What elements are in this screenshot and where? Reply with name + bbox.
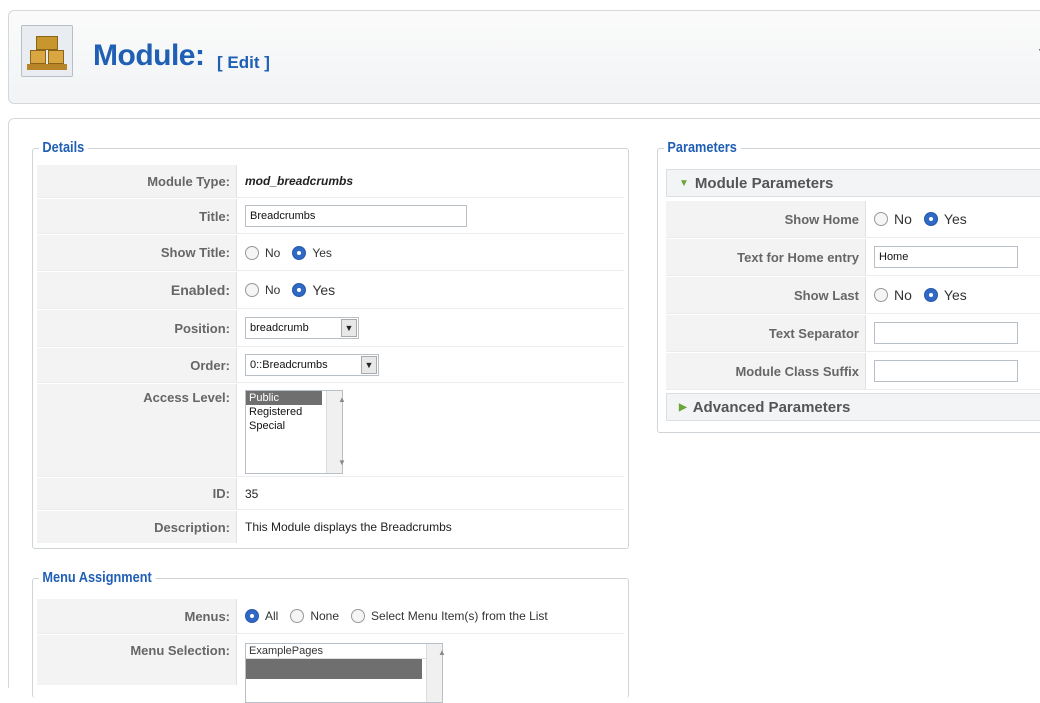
scrollbar[interactable]: ▲ (426, 644, 446, 702)
module-type-row: Module Type: mod_breadcrumbs (37, 165, 624, 198)
separator-row: Text Separator (666, 315, 1040, 352)
menu-selection-row: Menu Selection: ExamplePages ▲ (37, 635, 624, 703)
show-title-no-label: No (265, 245, 281, 260)
show-title-no-radio[interactable] (245, 245, 259, 260)
menu-selection-label: Menu Selection: (37, 635, 237, 685)
details-legend: Details (39, 139, 88, 156)
description-label: Description: (37, 511, 237, 543)
details-fieldset: Details Module Type: mod_breadcrumbs Tit… (32, 139, 629, 549)
title-label: Title: (37, 199, 237, 233)
module-parameters-header[interactable]: ▼ Module Parameters (666, 169, 1040, 197)
page-subtitle: [ Edit ] (217, 53, 270, 72)
menus-select-radio[interactable] (351, 609, 366, 623)
access-level-listbox[interactable]: Public Registered Special ▲ ▼ (245, 390, 346, 474)
menus-all-radio[interactable] (245, 609, 259, 623)
title-row: Title: (37, 199, 624, 234)
show-home-yes-radio[interactable] (923, 212, 938, 226)
class-suffix-row: Module Class Suffix (666, 353, 1040, 390)
menus-all-label: All (265, 609, 279, 623)
menu-assignment-fieldset: Menu Assignment Menus: All None Select M… (32, 569, 629, 703)
chevron-down-icon[interactable]: ▼ (341, 319, 357, 337)
toolbar-header: Module: [ Edit ] V S (8, 10, 1040, 104)
class-suffix-input[interactable] (874, 360, 1018, 382)
advanced-parameters-label: Advanced Parameters (692, 398, 851, 416)
menus-row: Menus: All None Select Menu Item(s) from… (37, 599, 624, 634)
module-type-value: mod_breadcrumbs (245, 174, 354, 188)
show-title-yes-label: Yes (312, 245, 332, 260)
position-value: breadcrumb (250, 322, 309, 334)
menu-selection-listbox[interactable]: ExamplePages ▲ (245, 643, 446, 703)
page-title: Module: (93, 39, 205, 72)
module-type-label: Module Type: (37, 165, 237, 197)
home-text-label: Text for Home entry (666, 239, 866, 275)
description-row: Description: This Module displays the Br… (37, 511, 624, 543)
menus-none-label: None (310, 609, 340, 623)
parameters-fieldset: Parameters ▼ Module Parameters Show Home… (657, 139, 1040, 433)
home-text-row: Text for Home entry (666, 239, 1040, 276)
menus-label: Menus: (37, 599, 237, 633)
enabled-label: Enabled: (37, 272, 237, 308)
menu-assignment-legend: Menu Assignment (39, 569, 156, 586)
class-suffix-label: Module Class Suffix (666, 353, 866, 389)
enabled-yes-label: Yes (312, 282, 336, 298)
enabled-yes-radio[interactable] (292, 283, 307, 297)
menus-select-label: Select Menu Item(s) from the List (371, 609, 548, 623)
position-row: Position: breadcrumb ▼ (37, 310, 624, 347)
show-home-yes-label: Yes (943, 211, 967, 227)
id-value: 35 (245, 486, 259, 501)
order-value: 0::Breadcrumbs (250, 359, 328, 371)
advanced-parameters-header[interactable]: ▶ Advanced Parameters (666, 393, 1040, 421)
menu-option-examplepages[interactable]: ExamplePages (246, 644, 442, 659)
show-title-label: Show Title: (37, 235, 237, 270)
enabled-no-label: No (265, 283, 281, 297)
show-home-no-radio[interactable] (874, 212, 888, 226)
show-home-no-label: No (894, 211, 912, 227)
show-last-yes-radio[interactable] (923, 288, 938, 302)
separator-input[interactable] (874, 322, 1018, 344)
show-last-row: Show Last No Yes (666, 277, 1040, 314)
show-last-no-label: No (894, 287, 912, 303)
show-last-no-radio[interactable] (874, 288, 888, 302)
parameters-legend: Parameters (664, 139, 741, 156)
module-parameters-label: Module Parameters (694, 174, 834, 192)
title-input[interactable] (245, 205, 467, 227)
menus-none-radio[interactable] (290, 609, 305, 623)
id-row: ID: 35 (37, 478, 624, 510)
position-select[interactable]: breadcrumb ▼ (245, 317, 359, 339)
show-title-row: Show Title: No Yes (37, 235, 624, 271)
description-value: This Module displays the Breadcrumbs (245, 520, 452, 534)
position-label: Position: (37, 310, 237, 346)
show-last-label: Show Last (666, 277, 866, 313)
access-label: Access Level: (37, 384, 237, 476)
menu-option-selected[interactable] (246, 659, 422, 679)
expanded-triangle-icon: ▼ (679, 177, 689, 189)
access-row: Access Level: Public Registered Special … (37, 384, 624, 477)
separator-label: Text Separator (666, 315, 866, 351)
home-text-input[interactable] (874, 246, 1018, 268)
chevron-down-icon[interactable]: ▼ (361, 356, 377, 374)
enabled-no-radio[interactable] (245, 283, 259, 297)
show-home-row: Show Home No Yes (666, 201, 1040, 238)
scrollbar[interactable]: ▲ ▼ (326, 391, 346, 473)
show-title-yes-radio[interactable] (292, 245, 307, 260)
show-last-yes-label: Yes (943, 287, 967, 303)
show-home-label: Show Home (666, 201, 866, 237)
module-icon (21, 25, 73, 77)
order-row: Order: 0::Breadcrumbs ▼ (37, 348, 624, 383)
access-option-public[interactable]: Public (246, 391, 322, 405)
collapsed-triangle-icon: ▶ (679, 401, 687, 413)
enabled-row: Enabled: No Yes (37, 272, 624, 309)
order-label: Order: (37, 348, 237, 382)
id-label: ID: (37, 478, 237, 509)
order-select[interactable]: 0::Breadcrumbs ▼ (245, 354, 379, 376)
